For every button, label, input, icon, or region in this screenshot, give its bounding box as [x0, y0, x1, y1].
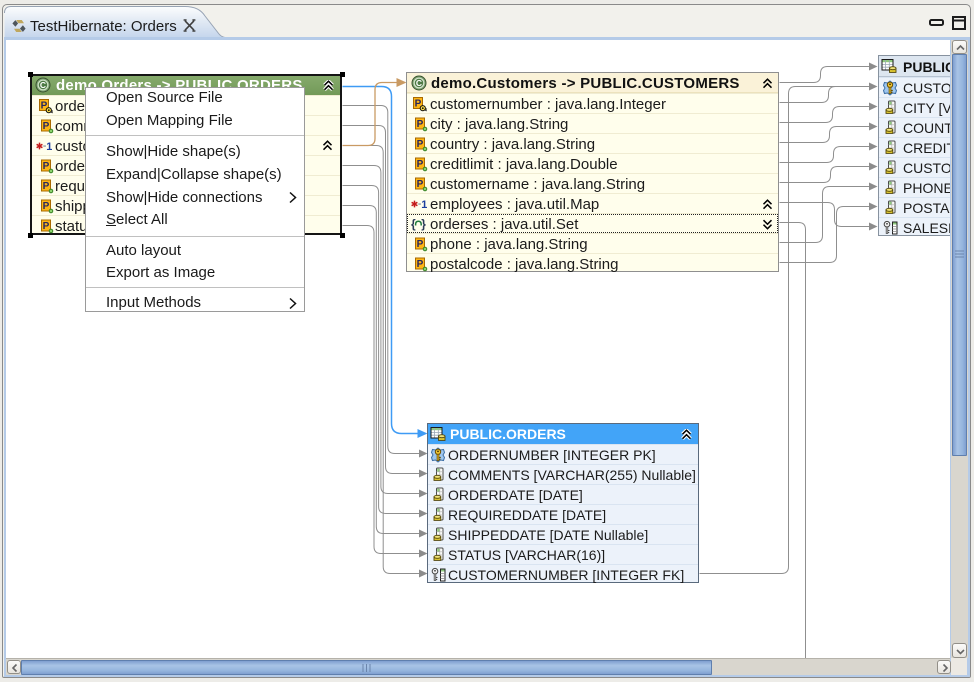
svg-text:P: P: [417, 259, 424, 270]
svg-text:P: P: [417, 119, 424, 130]
svg-text:C: C: [416, 78, 422, 88]
svg-text:1: 1: [46, 141, 52, 153]
svg-text:P: P: [417, 159, 424, 170]
svg-text:P: P: [417, 179, 424, 190]
svg-text:1: 1: [421, 199, 427, 211]
svg-text:P: P: [43, 181, 50, 192]
svg-text:P: P: [43, 161, 50, 172]
svg-text:P: P: [417, 139, 424, 150]
svg-text:C: C: [40, 80, 46, 90]
svg-text:P: P: [43, 201, 50, 212]
svg-text:P: P: [417, 239, 424, 250]
svg-text:P: P: [43, 221, 50, 232]
svg-text:P: P: [43, 121, 50, 132]
